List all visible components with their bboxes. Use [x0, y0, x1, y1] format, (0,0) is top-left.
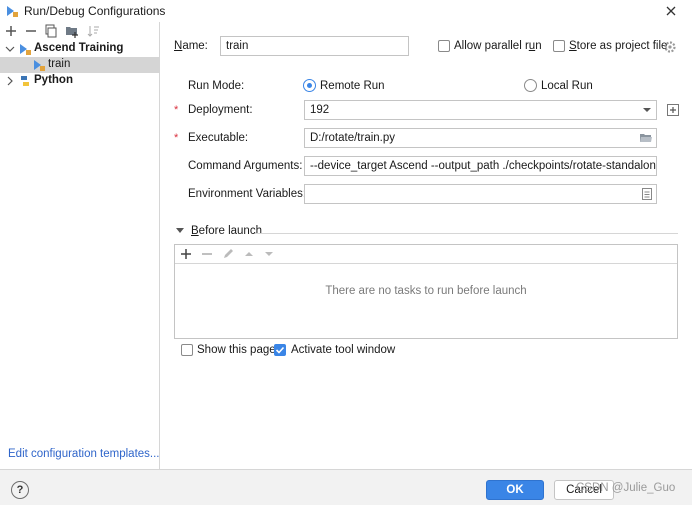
- remote-run-radio[interactable]: [303, 79, 316, 92]
- activate-tool-window-checkbox[interactable]: [274, 344, 286, 356]
- chevron-down-icon[interactable]: [175, 226, 185, 236]
- allow-parallel-run-checkbox[interactable]: [438, 40, 450, 52]
- store-as-project-file-label: Store as project file: [569, 40, 668, 52]
- chevron-down-icon[interactable]: [5, 44, 15, 54]
- plus-icon[interactable]: [179, 247, 193, 261]
- arrow-up-icon[interactable]: [242, 247, 256, 261]
- edit-templates-link[interactable]: Edit configuration templates...: [8, 448, 160, 460]
- name-field[interactable]: train: [220, 36, 409, 56]
- arrow-down-icon[interactable]: [262, 247, 276, 261]
- environment-variables-field[interactable]: [304, 184, 657, 204]
- watermark: CSDN @Julie_Guo: [576, 482, 676, 494]
- plus-icon[interactable]: [3, 23, 19, 39]
- show-this-page-checkbox[interactable]: [181, 344, 193, 356]
- tree-item-label: train: [48, 58, 71, 70]
- required-marker: *: [174, 132, 179, 144]
- gear-icon[interactable]: [663, 40, 677, 54]
- local-run-radio[interactable]: [524, 79, 537, 92]
- window-title: Run/Debug Configurations: [24, 4, 166, 18]
- checkmark-icon: [275, 346, 285, 354]
- tree-item-label: Ascend Training: [34, 42, 124, 54]
- tree-item-ascend-training[interactable]: Ascend Training: [0, 41, 160, 57]
- plus-box-icon[interactable]: [666, 103, 680, 117]
- config-tree: Ascend Training train Python: [0, 41, 160, 89]
- help-button[interactable]: ?: [11, 481, 29, 499]
- before-launch-title[interactable]: Before launch: [191, 225, 262, 237]
- run-debug-icon: [7, 6, 18, 17]
- name-label: Name:: [174, 40, 208, 52]
- dialog-footer: ? OK Cancel CSDN @Julie_Guo: [0, 469, 692, 505]
- ok-button[interactable]: OK: [486, 480, 544, 500]
- config-tree-panel: Ascend Training train Python Edit config…: [0, 22, 160, 469]
- minus-icon[interactable]: [200, 247, 214, 261]
- chevron-right-icon[interactable]: [5, 76, 15, 86]
- before-launch-toolbar: [175, 245, 677, 264]
- ascend-icon: [20, 44, 31, 55]
- config-form: Name: train Allow parallel run Store as …: [161, 22, 692, 469]
- required-marker: *: [174, 104, 179, 116]
- deployment-label: Deployment:: [188, 104, 253, 116]
- title-bar: Run/Debug Configurations: [0, 0, 692, 22]
- executable-field[interactable]: D:/rotate/train.py: [304, 128, 657, 148]
- environment-variables-label: Environment Variables:: [188, 188, 307, 200]
- deployment-select[interactable]: 192: [304, 100, 657, 120]
- divider: [255, 233, 678, 234]
- before-launch-list: There are no tasks to run before launch: [174, 244, 678, 339]
- local-run-label: Local Run: [541, 80, 593, 92]
- activate-tool-window-label: Activate tool window: [291, 344, 396, 356]
- close-icon[interactable]: [662, 2, 680, 20]
- minus-icon[interactable]: [23, 23, 39, 39]
- command-arguments-label: Command Arguments:: [188, 160, 303, 172]
- run-mode-label: Run Mode:: [188, 80, 245, 92]
- show-this-page-label: Show this page: [197, 344, 276, 356]
- tree-item-python[interactable]: Python: [0, 73, 160, 89]
- python-icon: [21, 76, 29, 86]
- sort-icon[interactable]: [86, 23, 102, 39]
- remote-run-label: Remote Run: [320, 80, 385, 92]
- before-launch-empty-text: There are no tasks to run before launch: [325, 285, 527, 297]
- pencil-icon[interactable]: [221, 247, 235, 261]
- allow-parallel-run-label: Allow parallel run: [454, 40, 542, 52]
- chevron-down-icon[interactable]: [641, 104, 653, 116]
- tree-toolbar: [0, 22, 160, 40]
- command-arguments-field[interactable]: --device_target Ascend --output_path ./c…: [304, 156, 657, 176]
- tree-item-label: Python: [34, 74, 73, 86]
- tree-item-train[interactable]: train: [0, 57, 160, 73]
- store-as-project-file-checkbox[interactable]: [553, 40, 565, 52]
- folder-open-icon[interactable]: [639, 131, 653, 145]
- document-icon[interactable]: [640, 187, 654, 201]
- copy-icon[interactable]: [43, 23, 59, 39]
- new-folder-icon[interactable]: [64, 23, 80, 39]
- executable-label: Executable:: [188, 132, 249, 144]
- ascend-config-icon: [34, 60, 45, 71]
